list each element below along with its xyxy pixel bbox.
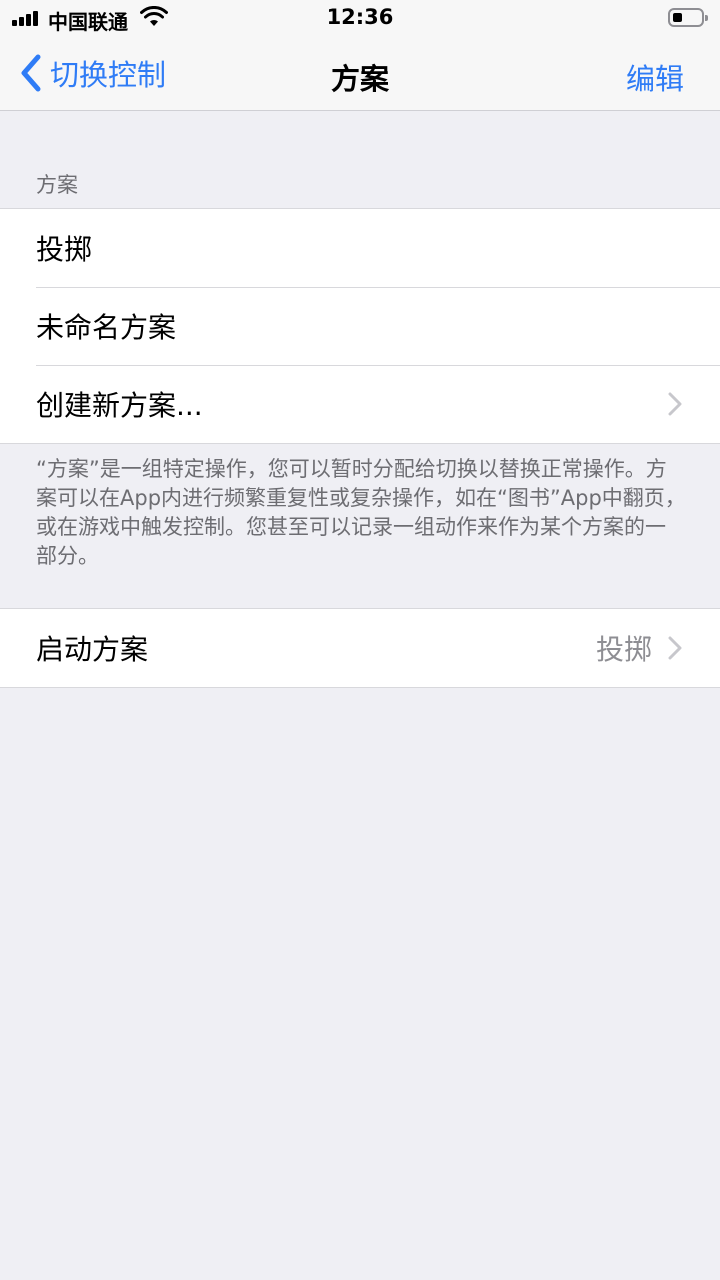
list-item-recipe-throw[interactable]: 投掷 [0,209,720,287]
create-new-recipe-row[interactable]: 创建新方案... [0,365,720,443]
chevron-right-icon [668,636,682,660]
list-item-label: 投掷 [36,233,93,266]
recipes-list: 投掷 未命名方案 创建新方案... [0,208,720,444]
status-time: 12:36 [326,5,394,29]
navigation-bar: 切换控制 方案 编辑 [0,36,720,111]
section-footer-description: “方案”是一组特定操作，您可以暂时分配给切换以替换正常操作。方案可以在App内进… [36,457,686,568]
status-bar: 中国联通 12:36 [0,0,720,36]
edit-button[interactable]: 编辑 [626,56,684,98]
list-item-label: 未命名方案 [36,311,177,344]
launch-recipe-label: 启动方案 [36,633,149,666]
chevron-right-icon [668,392,682,416]
launch-recipe-group: 启动方案 投掷 [0,608,720,688]
launch-recipe-row[interactable]: 启动方案 投掷 [0,609,720,687]
launch-recipe-value: 投掷 [595,633,652,666]
battery-icon [668,8,708,27]
list-item-label: 创建新方案... [36,389,203,422]
page-title: 方案 [330,62,389,96]
list-item-recipe-untitled[interactable]: 未命名方案 [0,287,720,365]
section-header: 方案 [36,173,78,197]
